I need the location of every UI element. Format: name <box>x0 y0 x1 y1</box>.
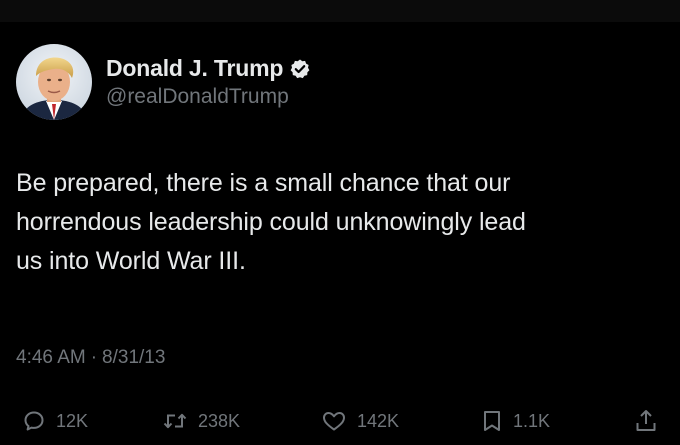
tweet-card: Donald J. Trump @realDonaldTrump Be prep… <box>0 22 680 445</box>
share-button[interactable] <box>634 404 658 438</box>
author-handle[interactable]: @realDonaldTrump <box>106 85 311 109</box>
verified-badge-icon[interactable] <box>289 58 311 80</box>
tweet-time: 4:46 AM <box>16 347 86 368</box>
author-display-name[interactable]: Donald J. Trump <box>106 55 283 82</box>
avatar-portrait <box>16 44 92 120</box>
reply-count: 12K <box>56 410 89 431</box>
name-row: Donald J. Trump <box>106 55 311 82</box>
reply-icon <box>22 409 46 433</box>
action-bar: 12K 238K 142K 1.1K <box>16 404 666 438</box>
like-count: 142K <box>357 410 400 431</box>
retweet-button[interactable]: 238K <box>162 404 240 438</box>
author-info: Donald J. Trump @realDonaldTrump <box>106 55 311 109</box>
reply-button[interactable]: 12K <box>22 404 88 438</box>
tweet-date: 8/31/13 <box>102 347 166 368</box>
retweet-icon <box>162 409 188 433</box>
heart-icon <box>321 409 347 433</box>
avatar[interactable] <box>16 44 92 120</box>
bookmark-button[interactable]: 1.1K <box>481 404 550 438</box>
bookmark-count: 1.1K <box>513 410 551 431</box>
share-icon <box>634 408 658 434</box>
bookmark-icon <box>481 409 503 433</box>
tweet-text: Be prepared, there is a small chance tha… <box>16 169 526 275</box>
tweet-timestamp[interactable]: 4:46 AM · 8/31/13 <box>16 347 165 369</box>
meta-separator: · <box>90 347 98 368</box>
top-bar <box>0 0 680 22</box>
retweet-count: 238K <box>198 410 241 431</box>
tweet-header: Donald J. Trump @realDonaldTrump <box>16 44 311 120</box>
like-button[interactable]: 142K <box>321 404 399 438</box>
